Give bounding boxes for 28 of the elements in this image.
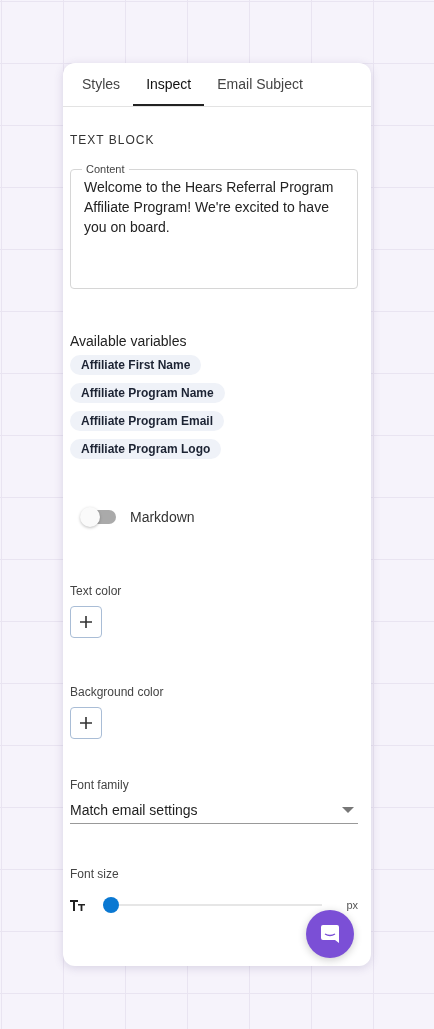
- toggle-label: Markdown: [130, 509, 195, 525]
- markdown-toggle[interactable]: [82, 510, 116, 524]
- variable-chip[interactable]: Affiliate Program Logo: [70, 439, 222, 459]
- field-label: Content: [85, 163, 126, 175]
- field-label: Font family: [70, 778, 130, 792]
- tab[interactable]: Inspect: [133, 63, 205, 106]
- add-color-button[interactable]: [70, 606, 102, 638]
- field-label: Background color: [70, 685, 165, 699]
- slider-thumb[interactable]: [103, 897, 119, 913]
- tab[interactable]: Styles: [69, 63, 134, 106]
- chat-button[interactable]: [306, 910, 354, 958]
- section-title: TEXT BLOCK: [70, 133, 156, 147]
- field-label: Font size: [70, 867, 120, 881]
- text-size-icon: [70, 899, 85, 911]
- field-label: Text color: [70, 584, 123, 598]
- unit-label: px: [346, 899, 358, 911]
- plus-icon: [79, 716, 93, 730]
- caret-icon: [342, 807, 354, 813]
- content-field[interactable]: Content Welcome to the Hears Referral Program Affiliate Program! We're excited to have you on board.: [70, 163, 358, 289]
- font-family-select[interactable]: Match email settings: [70, 802, 358, 824]
- plus-icon: [79, 615, 93, 629]
- variable-chip[interactable]: Affiliate Program Email: [70, 411, 225, 431]
- add-color-button[interactable]: [70, 707, 102, 739]
- variable-chip[interactable]: Affiliate Program Name: [70, 383, 225, 403]
- variable-chip[interactable]: Affiliate First Name: [70, 355, 202, 375]
- chat-icon: [319, 923, 341, 945]
- variables-heading: Available variables: [70, 333, 188, 349]
- tab[interactable]: Email Subject: [204, 63, 316, 106]
